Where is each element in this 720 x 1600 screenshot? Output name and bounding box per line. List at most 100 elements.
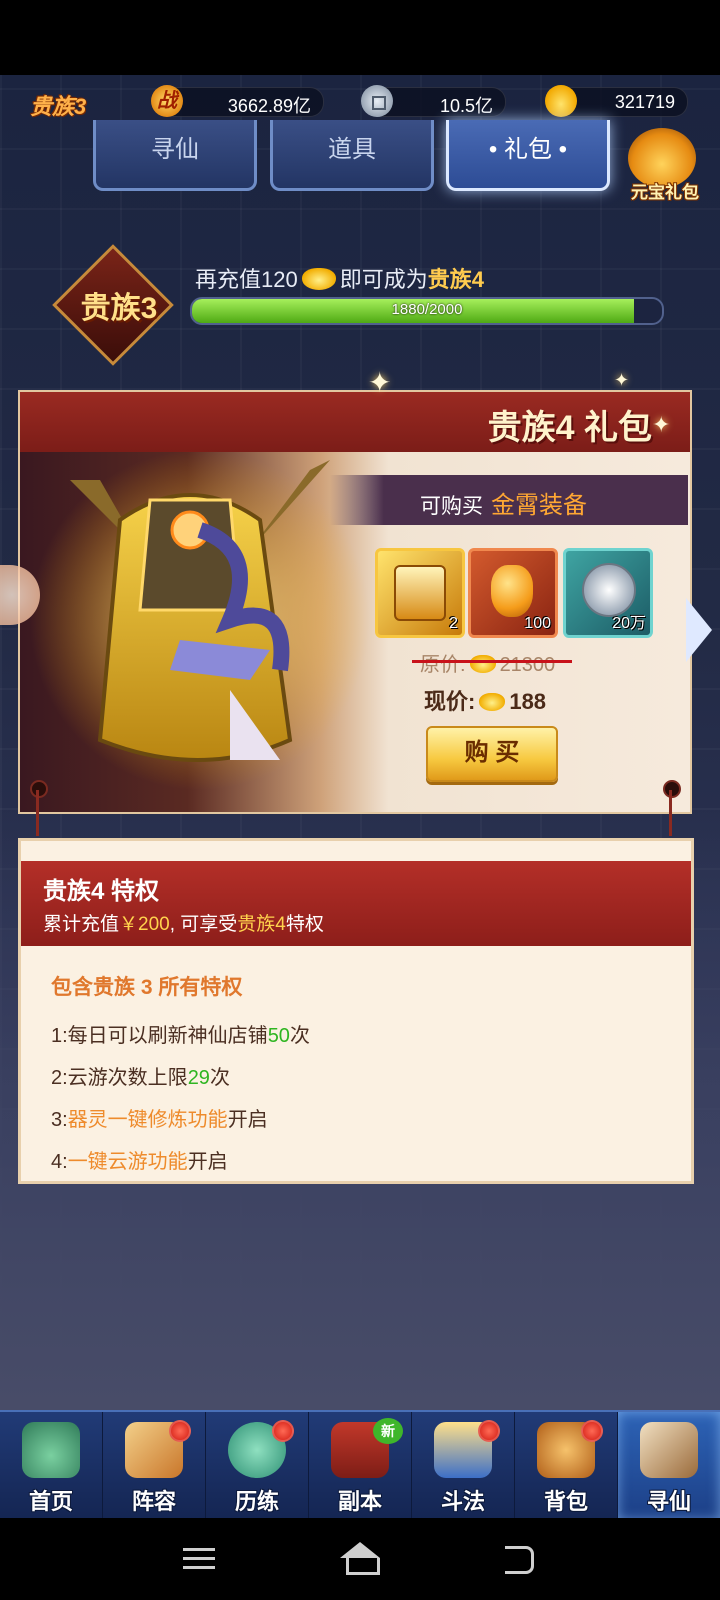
recharge-hint: 再充值120 即可成为贵族4 (195, 262, 484, 294)
notification-dot (581, 1420, 603, 1442)
hero-character-illustration (30, 450, 370, 790)
gold-value: 321719 (614, 92, 675, 112)
sparkle-icon: ✦ (368, 367, 392, 398)
tab-xunxian[interactable]: 寻仙 (93, 120, 257, 191)
item-count: 100 (524, 615, 551, 632)
hanging-rope (669, 790, 672, 836)
nav-label: 副本 (337, 1489, 382, 1514)
privilege-list[interactable]: 包含贵族 3 所有特权 1:每日可以刷新神仙店铺50次 2:云游次数上限29次 … (51, 971, 671, 1171)
privilege-title: 贵族4 特权 (43, 878, 160, 905)
privilege-panel: 贵族4 特权 累计充值￥200, 可享受贵族4特权 包含贵族 3 所有特权 1:… (18, 838, 694, 1184)
vip-progress-text: 1880/2000 (391, 301, 463, 318)
nav-home[interactable]: 首页 (0, 1412, 103, 1520)
nav-backpack[interactable]: 背包 (515, 1412, 618, 1520)
recharge-prefix: 再充值120 (195, 267, 298, 292)
privilege-subtitle: 累计充值￥200, 可享受贵族4特权 (43, 909, 324, 936)
current-price-value: 188 (509, 689, 547, 714)
reward-item-gem[interactable]: 100 (468, 548, 558, 638)
gold-ingot-icon (301, 268, 336, 290)
hanging-pin (663, 780, 681, 798)
notification-dot (478, 1420, 500, 1442)
row-suffix: 次 (289, 1025, 310, 1047)
notification-dot (272, 1420, 294, 1442)
row-suffix: 开启 (227, 1109, 268, 1131)
privilege-row: 4:一键云游功能开启 (51, 1141, 671, 1171)
privilege-list-head: 包含贵族 3 所有特权 (51, 976, 243, 999)
nav-label: 首页 (28, 1489, 73, 1514)
nav-xunxian[interactable]: 寻仙 (618, 1412, 720, 1520)
bottom-navigation: 首页 阵容 历练 新 副本 斗法 背包 寻仙 (0, 1410, 720, 1520)
buy-button[interactable]: 购 买 (426, 726, 558, 782)
subtitle-prefix: 可购买 (420, 495, 483, 518)
privilege-sub-prefix: 累计充值 (43, 914, 120, 935)
row-text: 3: (51, 1109, 68, 1131)
tab-gift-pack[interactable]: • 礼包 • (446, 120, 610, 191)
resource-bar: 贵族3 战 3662.89亿 10.5亿 321719 (0, 85, 720, 119)
hanging-rope (36, 790, 39, 836)
row-suffix: 次 (209, 1067, 230, 1089)
nav-dungeon[interactable]: 新 副本 (309, 1412, 412, 1520)
reward-item-silver[interactable]: 20万 (563, 548, 653, 638)
row-highlight: 一键云游功能 (67, 1151, 188, 1171)
gold-ingot-icon (479, 693, 506, 711)
menu-icon[interactable] (183, 1548, 215, 1570)
vip-rank-label: 贵族3 (30, 94, 87, 119)
silver-display[interactable]: 10.5亿 (361, 85, 506, 117)
silver-value: 10.5亿 (439, 96, 493, 116)
row-text: 4: (51, 1151, 68, 1171)
tab-items[interactable]: 道具 (270, 120, 434, 191)
notification-dot (169, 1420, 191, 1442)
row-highlight: 器灵一键修炼功能 (67, 1109, 228, 1131)
gift-pack-title: 贵族4 礼包 (487, 409, 652, 447)
nav-battle[interactable]: 斗法 (412, 1412, 515, 1520)
gold-ingot-icon (545, 85, 577, 117)
back-icon[interactable] (505, 1546, 534, 1574)
gold-gift-pack-button[interactable]: 元宝礼包 (620, 178, 710, 203)
vip-progress-bar: 1880/2000 (190, 297, 664, 325)
row-text: 2:云游次数上限 (51, 1067, 188, 1089)
current-price: 现价: 188 (424, 684, 546, 716)
sparkle-icon: ✦ (652, 412, 671, 437)
privilege-row: 1:每日可以刷新神仙店铺50次 (51, 1015, 671, 1057)
original-price-value: 21300 (499, 654, 556, 676)
reward-item-equipment[interactable]: 2 (375, 548, 465, 638)
nav-label: 背包 (543, 1489, 588, 1514)
gold-display[interactable]: 321719 (545, 85, 688, 117)
privilege-amount: ￥200 (119, 914, 170, 935)
new-badge: 新 (373, 1418, 403, 1444)
battle-power-value: 3662.89亿 (227, 96, 311, 116)
privilege-row: 2:云游次数上限29次 (51, 1057, 671, 1099)
home-icon-base[interactable] (346, 1558, 380, 1575)
price-strikethrough (412, 660, 572, 663)
system-navigation-bar (0, 1518, 720, 1600)
nav-label: 斗法 (440, 1489, 485, 1514)
row-text: 1:每日可以刷新神仙店铺 (51, 1025, 268, 1047)
item-count: 20万 (612, 615, 646, 632)
home-landscape-icon (22, 1422, 80, 1478)
item-count: 2 (449, 615, 458, 632)
vip-badge-label: 贵族3 (80, 292, 158, 325)
row-suffix: 开启 (187, 1151, 228, 1171)
nav-label: 阵容 (131, 1489, 176, 1514)
home-icon[interactable] (340, 1542, 380, 1558)
privilege-row: 3:器灵一键修炼功能开启 (51, 1099, 671, 1141)
sparkle-icon: ✦ (614, 370, 630, 390)
original-price-label: 原价: (420, 654, 466, 676)
next-pack-arrow-icon[interactable] (686, 598, 712, 662)
privilege-sub-suffix: 特权 (285, 914, 324, 935)
row-highlight: 29 (187, 1067, 210, 1089)
gold-ingot-icon (469, 655, 496, 673)
nav-lineup[interactable]: 阵容 (103, 1412, 206, 1520)
silver-coin-icon (361, 85, 393, 117)
battle-power-icon: 战 (151, 85, 183, 117)
recharge-middle: 即可成为 (339, 267, 428, 292)
row-highlight: 50 (267, 1025, 290, 1047)
nav-label: 寻仙 (646, 1489, 691, 1514)
subtitle-highlight: 金霄装备 (491, 492, 587, 519)
battle-power-display: 战 3662.89亿 (151, 85, 324, 117)
status-bar (0, 0, 720, 75)
hanging-pin (30, 780, 48, 798)
current-price-label: 现价: (424, 689, 476, 714)
privilege-sub-middle: , 可享受 (169, 914, 238, 935)
nav-training[interactable]: 历练 (206, 1412, 309, 1520)
